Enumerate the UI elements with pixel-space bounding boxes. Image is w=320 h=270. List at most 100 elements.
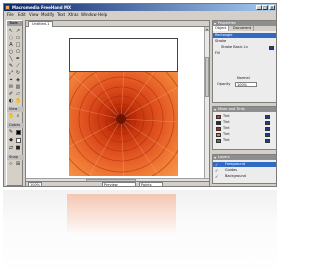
knife-tool-icon[interactable]: ⟋ xyxy=(15,63,21,69)
stroke-color-icon[interactable]: ✎ xyxy=(8,129,14,135)
lasso-tool-icon[interactable]: ◌ xyxy=(8,35,14,41)
properties-panel: Properties Object Document Rectangle Str… xyxy=(212,20,276,103)
background-visible-icon[interactable]: ✓ xyxy=(215,174,218,179)
guides-visible-icon[interactable]: ✓ xyxy=(215,168,218,173)
envelope-tool-icon[interactable]: ✉ xyxy=(8,84,14,90)
tint-row-4[interactable]: Tint xyxy=(223,132,230,137)
snap-to-grid-icon[interactable]: ⊞ xyxy=(15,161,21,167)
tint-color-2[interactable] xyxy=(265,121,270,125)
zoom-icon[interactable]: ⌕ xyxy=(15,113,21,119)
tint-row-3[interactable]: Tint xyxy=(223,126,230,131)
vertical-scroll-thumb[interactable] xyxy=(205,57,209,97)
properties-item-rectangle[interactable]: Rectangle xyxy=(213,33,276,38)
blend-mode-value[interactable]: Normal xyxy=(237,76,250,81)
document-status-bar: 100% Preview Points xyxy=(26,181,209,186)
document-tab[interactable]: Untitled-1 xyxy=(28,21,54,27)
tint-color-4[interactable] xyxy=(265,133,270,137)
title-bar: Macromedia FreeHand MX _ □ × xyxy=(4,4,276,11)
menu-view[interactable]: View xyxy=(29,12,39,17)
line-tool-icon[interactable]: ╲ xyxy=(8,56,14,62)
fill-color-swatch[interactable] xyxy=(16,138,21,143)
menu-xtras[interactable]: Xtras xyxy=(68,12,79,17)
blend-tool-icon[interactable]: ◐ xyxy=(8,98,14,104)
scroll-up-icon[interactable]: ▴ xyxy=(205,27,209,31)
document-window: Untitled-1 ▴ 100% Preview Points xyxy=(25,20,210,186)
paint-bucket-tool-icon[interactable]: ◈ xyxy=(15,77,21,83)
window-reflection xyxy=(3,190,277,270)
snap-to-point-icon[interactable]: ⊹ xyxy=(8,161,14,167)
properties-tabs: Object Document xyxy=(213,26,276,31)
polygon-tool-icon[interactable]: ⬠ xyxy=(15,49,21,55)
tint-color-1[interactable] xyxy=(265,115,270,119)
text-tool-icon[interactable]: A xyxy=(8,42,14,48)
tint-swatch-3[interactable] xyxy=(216,127,221,131)
menu-modify[interactable]: Modify xyxy=(41,12,54,17)
default-colors-icon[interactable]: ■ xyxy=(15,145,21,151)
properties-item-fill[interactable]: Fill xyxy=(215,51,220,56)
hand-tool-icon[interactable]: ✋ xyxy=(15,98,21,104)
pointer-tool-icon[interactable]: ↖ xyxy=(8,28,14,34)
opacity-field[interactable]: 100% xyxy=(235,82,257,87)
colors-section-label: Colors xyxy=(7,123,24,128)
tint-color-5[interactable] xyxy=(265,139,270,143)
ellipse-tool-icon[interactable]: ○ xyxy=(8,49,14,55)
tab-object[interactable]: Object xyxy=(213,26,230,31)
chart-tool-icon[interactable]: ▥ xyxy=(15,84,21,90)
canvas[interactable] xyxy=(69,38,178,176)
stroke-detail: Stroke Basic Ln xyxy=(221,45,248,49)
eyedropper-tool-icon[interactable]: ⌖ xyxy=(8,77,14,83)
maximize-button[interactable]: □ xyxy=(262,5,268,10)
scale-tool-icon[interactable]: ⤢ xyxy=(8,70,14,76)
subselect-tool-icon[interactable]: ↗ xyxy=(15,28,21,34)
zoom-field[interactable]: 100% xyxy=(28,182,42,186)
menu-file[interactable]: File xyxy=(7,12,14,17)
menu-text[interactable]: Text xyxy=(57,12,65,17)
layer-row-background[interactable]: Background xyxy=(213,174,276,179)
view-mode-select[interactable]: Preview xyxy=(102,182,136,186)
units-select[interactable]: Points xyxy=(139,182,163,186)
document-tab-bar: Untitled-1 xyxy=(26,21,209,27)
app-window: Macromedia FreeHand MX _ □ × File Edit V… xyxy=(3,3,277,187)
flower-image[interactable] xyxy=(69,72,178,176)
layers-panel-title[interactable]: Layers xyxy=(213,155,276,160)
rectangle-tool-icon[interactable]: □ xyxy=(15,42,21,48)
tint-row-5[interactable]: Tint xyxy=(223,138,230,143)
snap-section-label: Snap xyxy=(7,155,24,160)
brush-tool-icon[interactable]: ✐ xyxy=(8,91,14,97)
stroke-color-swatch[interactable] xyxy=(16,130,21,135)
page-rectangle[interactable] xyxy=(69,38,178,72)
view-section-label: View xyxy=(7,107,24,112)
menu-edit[interactable]: Edit xyxy=(18,12,26,17)
rotate-tool-icon[interactable]: ↻ xyxy=(15,70,21,76)
tint-swatch-5[interactable] xyxy=(216,139,221,143)
tools-panel-title: Tools xyxy=(7,21,22,26)
tint-row-1[interactable]: Tint xyxy=(223,114,230,119)
right-panel-dock: Properties Object Document Rectangle Str… xyxy=(212,20,276,186)
tint-row-2[interactable]: Tint xyxy=(223,120,230,125)
properties-item-stroke[interactable]: Stroke xyxy=(215,39,226,44)
hand-view-icon[interactable]: ✋ xyxy=(8,113,14,119)
pencil-tool-icon[interactable]: ✎ xyxy=(8,63,14,69)
eraser-tool-icon[interactable]: ▱ xyxy=(15,91,21,97)
stroke-swatch[interactable] xyxy=(269,46,274,50)
close-button[interactable]: × xyxy=(269,5,275,10)
mixer-panel-title[interactable]: Mixer and Tints xyxy=(213,107,276,112)
tools-panel: Tools ↖ ↗ ◌ ▭ A □ ○ ⬠ ╲ ✒ ✎ ⟋ ⤢ ↻ ⌖ ◈ ✉ … xyxy=(6,20,24,186)
freehand-app-icon xyxy=(5,5,10,10)
layer-visible-icon[interactable]: ✓ xyxy=(215,162,218,167)
vertical-scrollbar[interactable]: ▴ xyxy=(204,27,209,178)
layer-row-guides[interactable]: Guides xyxy=(213,168,276,173)
fill-color-icon[interactable]: ◆ xyxy=(8,137,14,143)
tint-swatch-4[interactable] xyxy=(216,133,221,137)
menu-window[interactable]: Window xyxy=(81,12,97,17)
swap-colors-icon[interactable]: ⇄ xyxy=(8,145,14,151)
tint-color-3[interactable] xyxy=(265,127,270,131)
tint-swatch-2[interactable] xyxy=(216,121,221,125)
tab-document[interactable]: Document xyxy=(231,26,255,31)
tint-swatch-1[interactable] xyxy=(216,115,221,119)
menu-help[interactable]: Help xyxy=(98,12,107,17)
pen-tool-icon[interactable]: ✒ xyxy=(15,56,21,62)
layer-name-foreground: Foreground xyxy=(225,162,245,166)
layer-row-foreground[interactable]: Foreground xyxy=(213,162,276,167)
page-tool-icon[interactable]: ▭ xyxy=(15,35,21,41)
